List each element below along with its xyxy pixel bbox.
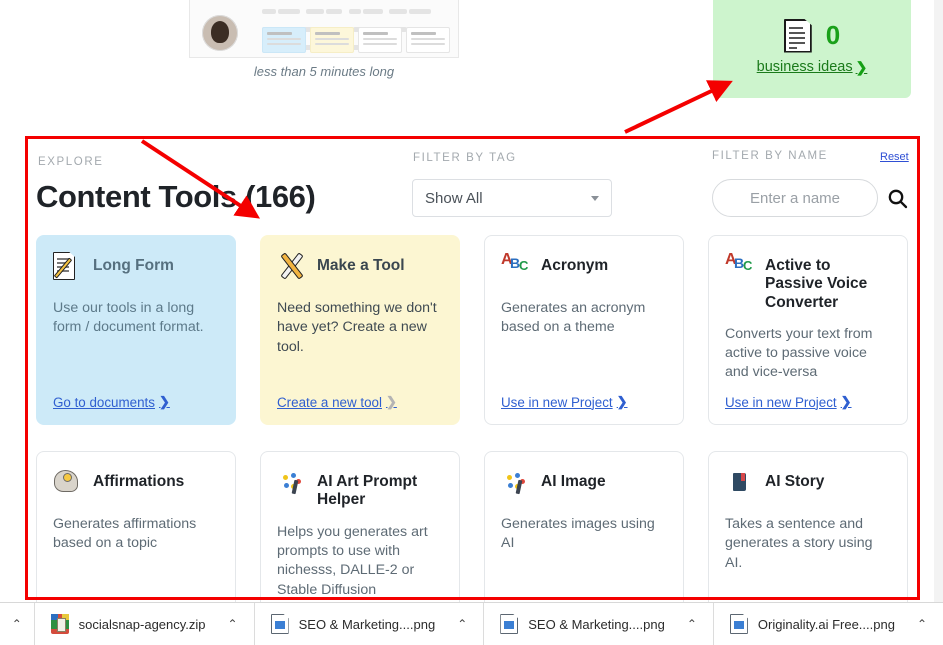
card-title: Active to Passive Voice Converter [765, 257, 868, 311]
card-description: Generates images using AI [501, 516, 655, 552]
presenter-avatar [202, 15, 238, 51]
card-header: AI Art Prompt Helper [277, 468, 443, 510]
card-description: Converts your text from active to passiv… [725, 325, 873, 381]
card-title: Affirmations [93, 473, 185, 490]
chevron-right-icon: ❯ [840, 394, 852, 409]
png-file-icon [729, 614, 748, 634]
head-lightbulb-icon [53, 468, 83, 500]
png-file-icon [500, 614, 519, 634]
card-action-label: Use in new Project [725, 394, 837, 410]
abc-letters-icon: ABC [725, 251, 753, 273]
reset-filters-link[interactable]: Reset [880, 151, 909, 163]
tool-card-acronym[interactable]: ABC Acronym Generates an acronym based o… [484, 235, 684, 425]
chevron-right-icon: ❯ [385, 394, 397, 409]
hammer-wrench-icon [277, 252, 307, 284]
paint-palette-icon [277, 468, 307, 500]
filter-by-name-field[interactable] [712, 179, 878, 217]
content-tools-panel: EXPLORE Content Tools (166) FILTER BY TA… [28, 139, 917, 616]
card-action-link[interactable]: Go to documents ❯ [53, 394, 170, 410]
abc-letters-icon: ABC [501, 251, 529, 273]
business-ideas-link-label: business ideas [756, 59, 853, 75]
filter-by-name-label: FILTER BY NAME [712, 150, 828, 162]
chevron-right-icon: ❯ [855, 58, 868, 75]
card-header: ABC Acronym [501, 252, 667, 286]
download-item[interactable]: socialsnap-agency.zip ⌃ [33, 602, 254, 645]
card-header: Affirmations [53, 468, 219, 502]
download-menu-caret[interactable]: ⌃ [905, 617, 939, 631]
explore-eyebrow: EXPLORE [38, 156, 104, 168]
download-menu-caret[interactable]: ⌃ [445, 617, 479, 631]
card-title: Make a Tool [317, 257, 405, 274]
card-description: Helps you generates art prompts to use w… [277, 523, 428, 598]
downloads-collapse-button[interactable]: ⌃ [0, 603, 34, 645]
document-pencil-icon [53, 252, 83, 284]
download-file-name: SEO & Marketing....png [298, 616, 436, 632]
tool-card-ai-image[interactable]: AI Image Generates images using AI [484, 451, 684, 616]
filter-by-tag-select[interactable]: Show All [412, 179, 612, 217]
card-title: AI Story [765, 473, 825, 490]
tool-card-ai-story[interactable]: AI Story Takes a sentence and generates … [708, 451, 908, 616]
card-title: Acronym [541, 257, 609, 274]
download-menu-caret[interactable]: ⌃ [675, 617, 709, 631]
download-file-name: Originality.ai Free....png [757, 616, 895, 632]
tool-card-long-form[interactable]: Long Form Use our tools in a long form /… [36, 235, 236, 425]
paint-palette-icon [501, 468, 531, 500]
card-description: Generates an acronym based on a theme [501, 300, 646, 336]
search-icon[interactable] [886, 187, 910, 211]
video-thumbnail[interactable] [189, 0, 459, 58]
chevron-down-icon [591, 195, 599, 201]
book-icon [725, 468, 755, 500]
chevron-right-icon: ❯ [158, 394, 170, 409]
card-title: AI Image [541, 473, 606, 490]
video-caption: less than 5 minutes long [253, 64, 395, 79]
card-header: AI Story [725, 468, 891, 502]
card-title: AI Art Prompt Helper [317, 473, 418, 509]
card-header: Make a Tool [277, 252, 443, 286]
card-title: Long Form [93, 257, 174, 274]
card-description: Takes a sentence and generates a story u… [725, 516, 873, 571]
card-description: Use our tools in a long form / document … [53, 300, 204, 336]
thumbnail-mini-cards [262, 27, 450, 53]
card-action-label: Create a new tool [277, 394, 382, 410]
business-ideas-tile[interactable]: 0 business ideas ❯ [713, 0, 911, 98]
page-title: Content Tools (166) [36, 179, 316, 214]
download-menu-caret[interactable]: ⌃ [216, 617, 250, 631]
card-action-link[interactable]: Use in new Project ❯ [501, 394, 628, 410]
page-scrollbar[interactable] [934, 0, 943, 602]
card-action-label: Use in new Project [501, 394, 613, 410]
business-ideas-count-row: 0 [783, 18, 841, 53]
downloads-bar: ⌃ socialsnap-agency.zip ⌃ SEO & Marketin… [0, 602, 943, 645]
download-item[interactable]: SEO & Marketing....png ⌃ [483, 602, 713, 645]
tool-card-active-to-passive-voice-converter[interactable]: ABC Active to Passive Voice Converter Co… [708, 235, 908, 425]
business-ideas-link[interactable]: business ideas ❯ [757, 59, 868, 76]
card-description: Need something we don't have yet? Create… [277, 300, 437, 355]
download-item[interactable]: Originality.ai Free....png ⌃ [712, 602, 943, 645]
png-file-icon [270, 614, 289, 634]
filter-by-tag-value: Show All [425, 189, 483, 207]
download-file-name: socialsnap-agency.zip [78, 616, 206, 632]
chevron-right-icon: ❯ [616, 394, 628, 409]
business-ideas-count: 0 [825, 20, 841, 50]
download-file-name: SEO & Marketing....png [528, 616, 665, 632]
tool-card-ai-art-prompt-helper[interactable]: AI Art Prompt Helper Helps you generates… [260, 451, 460, 616]
card-header: ABC Active to Passive Voice Converter [725, 252, 891, 312]
zip-file-icon [50, 614, 69, 634]
tool-card-make-a-tool[interactable]: Make a Tool Need something we don't have… [260, 235, 460, 425]
filter-by-tag-label: FILTER BY TAG [413, 152, 517, 164]
card-action-label: Go to documents [53, 394, 155, 410]
card-description: Generates affirmations based on a topic [53, 516, 197, 552]
card-header: AI Image [501, 468, 667, 502]
download-item[interactable]: SEO & Marketing....png ⌃ [253, 602, 484, 645]
search-input[interactable] [713, 189, 877, 207]
document-icon [783, 18, 812, 53]
card-header: Long Form [53, 252, 219, 286]
card-action-link[interactable]: Use in new Project ❯ [725, 394, 852, 410]
tools-grid: Long Form Use our tools in a long form /… [36, 235, 912, 616]
card-action-link[interactable]: Create a new tool ❯ [277, 394, 397, 410]
tool-card-affirmations[interactable]: Affirmations Generates affirmations base… [36, 451, 236, 616]
screen-root: less than 5 minutes long 0 business idea… [0, 0, 943, 645]
